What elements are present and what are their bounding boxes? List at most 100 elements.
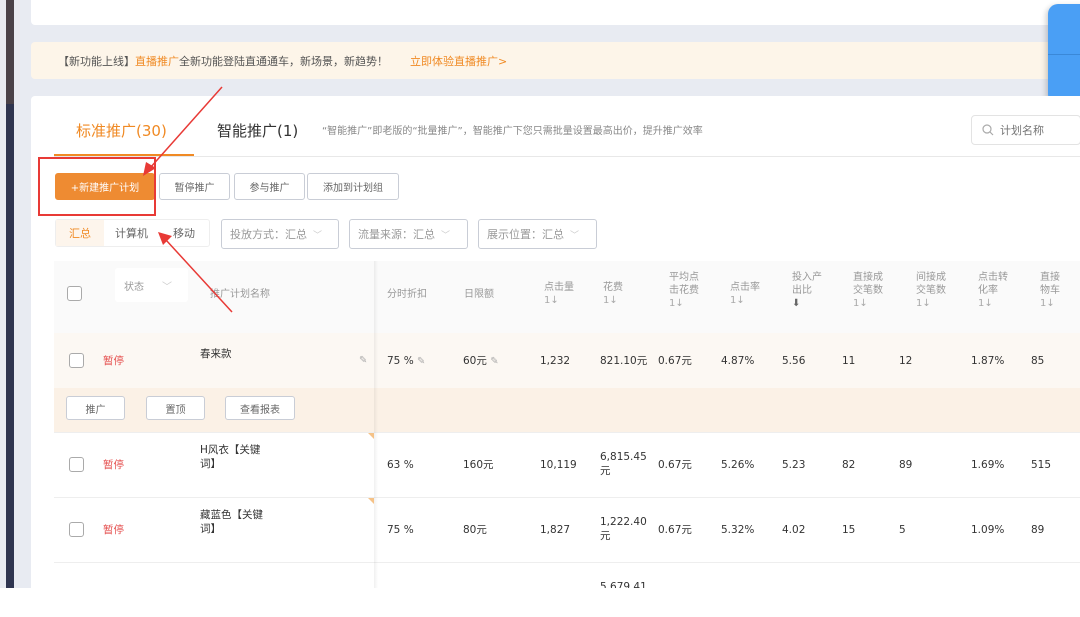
row-indirect-orders: 12: [899, 355, 913, 367]
col-avg-cpc[interactable]: 平均点 击花费 1↓: [669, 271, 699, 310]
plan-search-input[interactable]: [1000, 123, 1080, 137]
tab-hint: “智能推广”即老版的“批量推广”，智能推广下您只需批量设置最高出价，提升推广效率: [322, 126, 703, 137]
row-plan-name[interactable]: 春来款: [200, 347, 232, 361]
row-status: 暂停: [103, 355, 124, 367]
col-indirect-orders[interactable]: 间接成 交笔数 1↓: [916, 271, 946, 310]
col-ctr[interactable]: 点击率 1↓: [730, 281, 760, 307]
row-direct-orders: 82: [842, 459, 856, 471]
row-daily-limit: 60元 ✎: [463, 355, 499, 367]
sort-icon[interactable]: 1↓: [916, 297, 946, 310]
sort-icon[interactable]: 1↓: [853, 297, 883, 310]
sort-icon[interactable]: 1↓: [669, 297, 699, 310]
add-to-group-button[interactable]: 添加到计划组: [307, 173, 399, 200]
col-direct-orders[interactable]: 直接成 交笔数 1↓: [853, 271, 883, 310]
sort-icon[interactable]: 1↓: [1040, 297, 1060, 310]
promote-button[interactable]: 推广: [66, 396, 125, 420]
row-checkbox[interactable]: [69, 353, 84, 368]
sort-desc-icon[interactable]: ⬇: [792, 297, 822, 310]
col-cost[interactable]: 花费 1↓: [603, 281, 623, 307]
row-status: 暂停: [103, 524, 124, 536]
row-cvr: 1.09%: [971, 524, 1005, 536]
row-roi: 5.56: [782, 355, 806, 367]
col-clicks[interactable]: 点击量 1↓: [544, 281, 574, 307]
row-checkbox[interactable]: [69, 457, 84, 472]
filter-traffic-source[interactable]: 流量来源：汇总 ﹀: [349, 219, 468, 249]
tab-smart[interactable]: 智能推广(1): [217, 120, 298, 141]
chevron-down-icon: ﹀: [162, 281, 172, 293]
plan-list-card: 标准推广(30) 智能推广(1) “智能推广”即老版的“批量推广”，智能推广下您…: [31, 96, 1080, 588]
row-direct-orders: 15: [842, 524, 856, 536]
row-cost: 6,815.45 元: [600, 451, 647, 477]
row-indirect-orders: 5: [899, 524, 906, 536]
col-plan-name: 推广计划名称: [210, 289, 270, 300]
edit-name-pencil-icon[interactable]: ✎: [359, 354, 367, 368]
join-promo-button[interactable]: 参与推广: [234, 173, 305, 200]
feature-notice: 【新功能上线】 直播推广 全新功能登陆直通通车，新场景，新趋势！ 立即体验直播推…: [31, 42, 1080, 79]
segment-mobile[interactable]: 移动: [159, 220, 209, 246]
pause-promo-button[interactable]: 暂停推广: [159, 173, 230, 200]
row-avg-cpc: 0.67元: [658, 459, 692, 471]
row-cost: 5,679.41: [600, 581, 647, 588]
device-segment: 汇总 计算机 移动: [55, 219, 210, 247]
row-roi: 4.02: [782, 524, 806, 536]
col-time-discount: 分时折扣: [387, 289, 427, 300]
notice-text: 全新功能登陆直通通车，新场景，新趋势！: [179, 54, 388, 68]
filter-delivery-method-label: 投放方式：汇总: [230, 228, 307, 241]
sort-icon[interactable]: 1↓: [544, 294, 574, 307]
row-roi: 5.23: [782, 459, 806, 471]
edit-pencil-icon[interactable]: ✎: [417, 356, 425, 367]
active-tab-indicator: [54, 154, 194, 156]
row-status: 暂停: [103, 459, 124, 471]
segment-all[interactable]: 汇总: [56, 220, 104, 246]
search-icon: [982, 124, 994, 136]
select-all-checkbox[interactable]: [67, 286, 82, 301]
col-direct-cart[interactable]: 直接 物车 1↓: [1040, 271, 1060, 310]
chevron-down-icon: ﹀: [441, 230, 451, 241]
notice-prefix: 【新功能上线】: [58, 54, 135, 68]
pin-top-button[interactable]: 置顶: [146, 396, 205, 420]
row-cost: 1,222.40 元: [600, 516, 647, 542]
edit-pencil-icon[interactable]: ✎: [490, 356, 498, 367]
status-filter[interactable]: 状态 ﹀: [115, 268, 188, 302]
sort-icon[interactable]: 1↓: [978, 297, 1008, 310]
filter-delivery-method[interactable]: 投放方式：汇总 ﹀: [221, 219, 339, 249]
row-plan-name[interactable]: 藏蓝色【关键 词】: [200, 508, 263, 536]
sidebar-strip: [6, 0, 14, 588]
row-clicks: 1,827: [540, 524, 571, 536]
filter-traffic-source-label: 流量来源：汇总: [358, 228, 435, 241]
col-roi[interactable]: 投入产 出比 ⬇: [792, 271, 822, 310]
filter-display-position[interactable]: 展示位置：汇总 ﹀: [478, 219, 597, 249]
table-row[interactable]: 暂停 H风衣【关键 词】 63 % 160元 10,119 6,815.45 元 0…: [54, 433, 1080, 497]
row-checkbox[interactable]: [69, 522, 84, 537]
col-cvr[interactable]: 点击转 化率 1↓: [978, 271, 1008, 310]
tab-standard[interactable]: 标准推广(30): [76, 120, 167, 141]
row-time-discount: 63 %: [387, 459, 414, 471]
plan-search[interactable]: [971, 115, 1080, 145]
table-row[interactable]: 暂停 藏蓝色【关键 词】 75 % 80元 1,827 1,222.40 元 0.6…: [54, 498, 1080, 562]
row-time-discount: 75 % ✎: [387, 355, 426, 367]
top-card: [31, 0, 1080, 25]
sort-icon[interactable]: 1↓: [603, 294, 623, 307]
row-ctr: 4.87%: [721, 355, 755, 367]
viewport: 【新功能上线】 直播推广 全新功能登陆直通通车，新场景，新趋势！ 立即体验直播推…: [0, 0, 1080, 588]
row-avg-cpc: 0.67元: [658, 355, 692, 367]
row-clicks: 1,232: [540, 355, 571, 367]
floating-side-widget[interactable]: [1048, 4, 1080, 104]
try-live-promo-link[interactable]: 立即体验直播推广>: [410, 53, 507, 69]
table-row-partial: 5,679.41: [54, 563, 1080, 588]
row-plan-name[interactable]: H风衣【关键 词】: [200, 443, 260, 471]
row-cost: 821.10元: [600, 355, 648, 367]
row-direct-cart: 89: [1031, 524, 1045, 536]
row-clicks: 10,119: [540, 459, 577, 471]
row-cvr: 1.69%: [971, 459, 1005, 471]
chevron-down-icon: ﹀: [570, 230, 580, 241]
view-report-button[interactable]: 查看报表: [225, 396, 295, 420]
segment-pc[interactable]: 计算机: [104, 220, 159, 246]
row-direct-cart: 515: [1031, 459, 1052, 471]
row-actions: 推广 置顶 查看报表: [54, 388, 1080, 432]
sort-icon[interactable]: 1↓: [730, 294, 760, 307]
table-row[interactable]: 暂停 春来款 ✎ 75 % ✎ 60元 ✎ 1,232 821.10元 0.67…: [54, 333, 1080, 388]
notice-highlight: 直播推广: [135, 54, 179, 68]
fixed-column-shadow: [374, 261, 378, 588]
chevron-down-icon: ﹀: [313, 230, 323, 241]
